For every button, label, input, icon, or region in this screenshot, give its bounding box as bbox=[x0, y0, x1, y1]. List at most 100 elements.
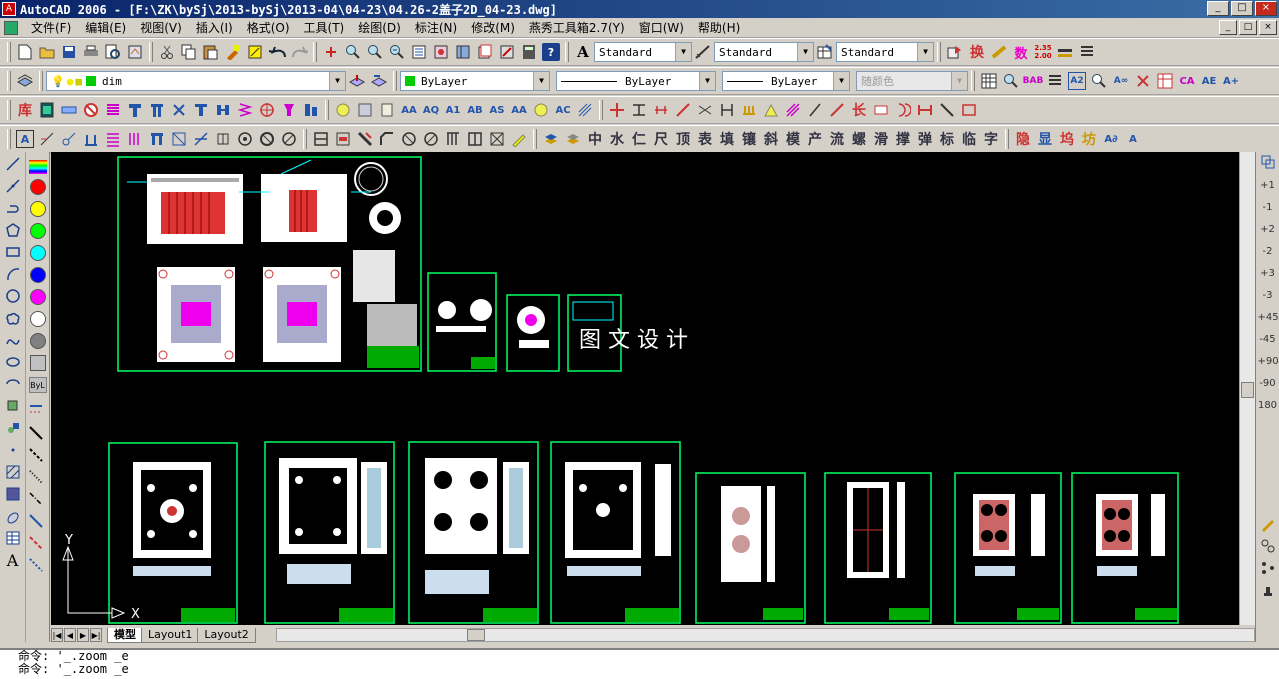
view-tool-3-icon[interactable] bbox=[378, 101, 396, 119]
drawing-sheet-9[interactable] bbox=[695, 472, 806, 624]
dim-style-select[interactable]: Standard ▼ bbox=[714, 42, 814, 62]
help-icon[interactable]: ? bbox=[542, 43, 560, 61]
ejector-icon[interactable] bbox=[104, 101, 122, 119]
color-white[interactable] bbox=[29, 311, 46, 327]
cjk-tool-biao2[interactable]: 标 bbox=[938, 130, 956, 148]
dim-chain-icon[interactable] bbox=[740, 101, 758, 119]
drawing-sheet-2[interactable] bbox=[427, 272, 497, 372]
cjk-tool-liu[interactable]: 流 bbox=[828, 130, 846, 148]
rectangle-icon[interactable] bbox=[2, 242, 24, 262]
explode-text-icon[interactable] bbox=[1134, 72, 1152, 90]
spline-icon[interactable] bbox=[2, 330, 24, 350]
sheet-set-icon[interactable] bbox=[476, 43, 494, 61]
cjk-tool-tan[interactable]: 弹 bbox=[916, 130, 934, 148]
text-number-icon[interactable]: A1 bbox=[444, 101, 462, 119]
mold-base-icon[interactable] bbox=[38, 101, 56, 119]
undo-icon[interactable] bbox=[268, 43, 286, 61]
drawing-sheet-8[interactable] bbox=[550, 441, 681, 624]
doc-restore-button[interactable]: □ bbox=[1239, 20, 1257, 35]
color-blue[interactable] bbox=[29, 267, 46, 283]
match-properties-icon[interactable] bbox=[224, 43, 242, 61]
ellipse-arc-icon[interactable] bbox=[2, 374, 24, 394]
menu-view[interactable]: 视图(V) bbox=[133, 19, 189, 36]
properties-icon[interactable] bbox=[410, 43, 428, 61]
dim-offset-icon[interactable] bbox=[652, 101, 670, 119]
crosshair-icon[interactable] bbox=[608, 101, 626, 119]
insert-block-icon[interactable] bbox=[170, 130, 188, 148]
rotate-plus-45-button[interactable]: +45 bbox=[1258, 308, 1279, 328]
drawing-sheet-7[interactable] bbox=[408, 441, 539, 624]
scale-tool-icon[interactable]: 2.35 2.00 bbox=[1034, 43, 1052, 61]
frame-red-icon[interactable] bbox=[334, 130, 352, 148]
cjk-tool-ren[interactable]: 仁 bbox=[630, 130, 648, 148]
drawing-sheet-10[interactable] bbox=[824, 472, 932, 624]
drawing-sheet-11[interactable] bbox=[954, 472, 1062, 624]
zoom-realtime-icon[interactable] bbox=[344, 43, 362, 61]
cjk-tool-lin[interactable]: 临 bbox=[960, 130, 978, 148]
text-size-icon[interactable]: A+ bbox=[1222, 72, 1240, 90]
view-tool-2-icon[interactable] bbox=[356, 101, 374, 119]
tab-model[interactable]: 模型 bbox=[107, 627, 143, 643]
convert-tool-icon[interactable]: 换 bbox=[968, 43, 986, 61]
nodes-icon[interactable] bbox=[1258, 560, 1278, 580]
dimension-tool-icon[interactable] bbox=[38, 130, 56, 148]
circle-icon[interactable] bbox=[2, 286, 24, 306]
layers-stack-2-icon[interactable] bbox=[564, 130, 582, 148]
rotate-minus-45-button[interactable]: -45 bbox=[1258, 330, 1278, 350]
save-icon[interactable] bbox=[60, 43, 78, 61]
text-box-icon[interactable]: A bbox=[16, 130, 34, 148]
text-b-icon[interactable]: AB bbox=[466, 101, 484, 119]
link-chain-icon[interactable] bbox=[1258, 538, 1278, 558]
rotate-plus-1-button[interactable]: +1 bbox=[1258, 176, 1278, 196]
link-icon[interactable] bbox=[60, 130, 78, 148]
dim-diagonal-icon[interactable] bbox=[784, 101, 802, 119]
zoom-previous-icon[interactable] bbox=[388, 43, 406, 61]
dim-slant-icon[interactable] bbox=[806, 101, 824, 119]
text-q-icon[interactable]: AQ bbox=[422, 101, 440, 119]
cooling-icon[interactable] bbox=[82, 101, 100, 119]
line-dotted-icon[interactable] bbox=[28, 469, 48, 489]
bolt-icon[interactable] bbox=[170, 101, 188, 119]
cjk-tool-hua[interactable]: 滑 bbox=[872, 130, 890, 148]
align-icon[interactable] bbox=[192, 130, 210, 148]
highlighter-icon[interactable] bbox=[510, 130, 528, 148]
grid-table-icon[interactable] bbox=[980, 72, 998, 90]
color-green[interactable] bbox=[29, 223, 46, 239]
pan-realtime-icon[interactable] bbox=[322, 43, 340, 61]
menu-file[interactable]: 文件(F) bbox=[24, 19, 78, 36]
wheel-icon[interactable] bbox=[236, 130, 254, 148]
spring-icon[interactable] bbox=[236, 101, 254, 119]
hatch-tool-icon[interactable] bbox=[2, 462, 24, 482]
block-tool-icon[interactable]: 坞 bbox=[1058, 130, 1076, 148]
line-dashed-icon[interactable] bbox=[28, 447, 48, 467]
dim-baseline-icon[interactable] bbox=[718, 101, 736, 119]
construction-line-icon[interactable] bbox=[2, 176, 24, 196]
sprue-icon[interactable] bbox=[280, 101, 298, 119]
diagonal-cut-icon[interactable] bbox=[356, 130, 374, 148]
rotate-minus-1-button[interactable]: -1 bbox=[1258, 198, 1278, 218]
cjk-tool-tian[interactable]: 填 bbox=[718, 130, 736, 148]
hatch-icon[interactable] bbox=[576, 101, 594, 119]
break-line-icon[interactable] bbox=[938, 101, 956, 119]
linetype-select[interactable]: ByLayer ▼ bbox=[556, 71, 716, 91]
layer-translate-icon[interactable] bbox=[946, 43, 964, 61]
dim-mark-icon[interactable] bbox=[28, 403, 48, 423]
revision-cloud-icon[interactable] bbox=[2, 308, 24, 328]
ellipse-icon[interactable] bbox=[2, 352, 24, 372]
table-icon[interactable] bbox=[1156, 72, 1174, 90]
make-object-layer-current-icon[interactable] bbox=[348, 72, 366, 90]
arc-icon[interactable] bbox=[2, 264, 24, 284]
color-magenta[interactable] bbox=[29, 289, 46, 305]
frame-h-icon[interactable] bbox=[312, 130, 330, 148]
library-tool-icon[interactable]: 库 bbox=[16, 101, 34, 119]
dim-style-icon[interactable] bbox=[694, 43, 712, 61]
text-edit-icon[interactable]: BAB bbox=[1023, 72, 1044, 90]
drawing-sheet-6[interactable] bbox=[264, 441, 395, 624]
menu-modify[interactable]: 修改(M) bbox=[464, 19, 522, 36]
color-grey[interactable] bbox=[29, 333, 46, 349]
insert-block-icon[interactable] bbox=[2, 396, 24, 416]
line-red-icon[interactable] bbox=[28, 535, 48, 555]
find-icon[interactable] bbox=[1002, 72, 1020, 90]
table-style-icon[interactable] bbox=[816, 43, 834, 61]
stack-icon[interactable] bbox=[104, 130, 122, 148]
